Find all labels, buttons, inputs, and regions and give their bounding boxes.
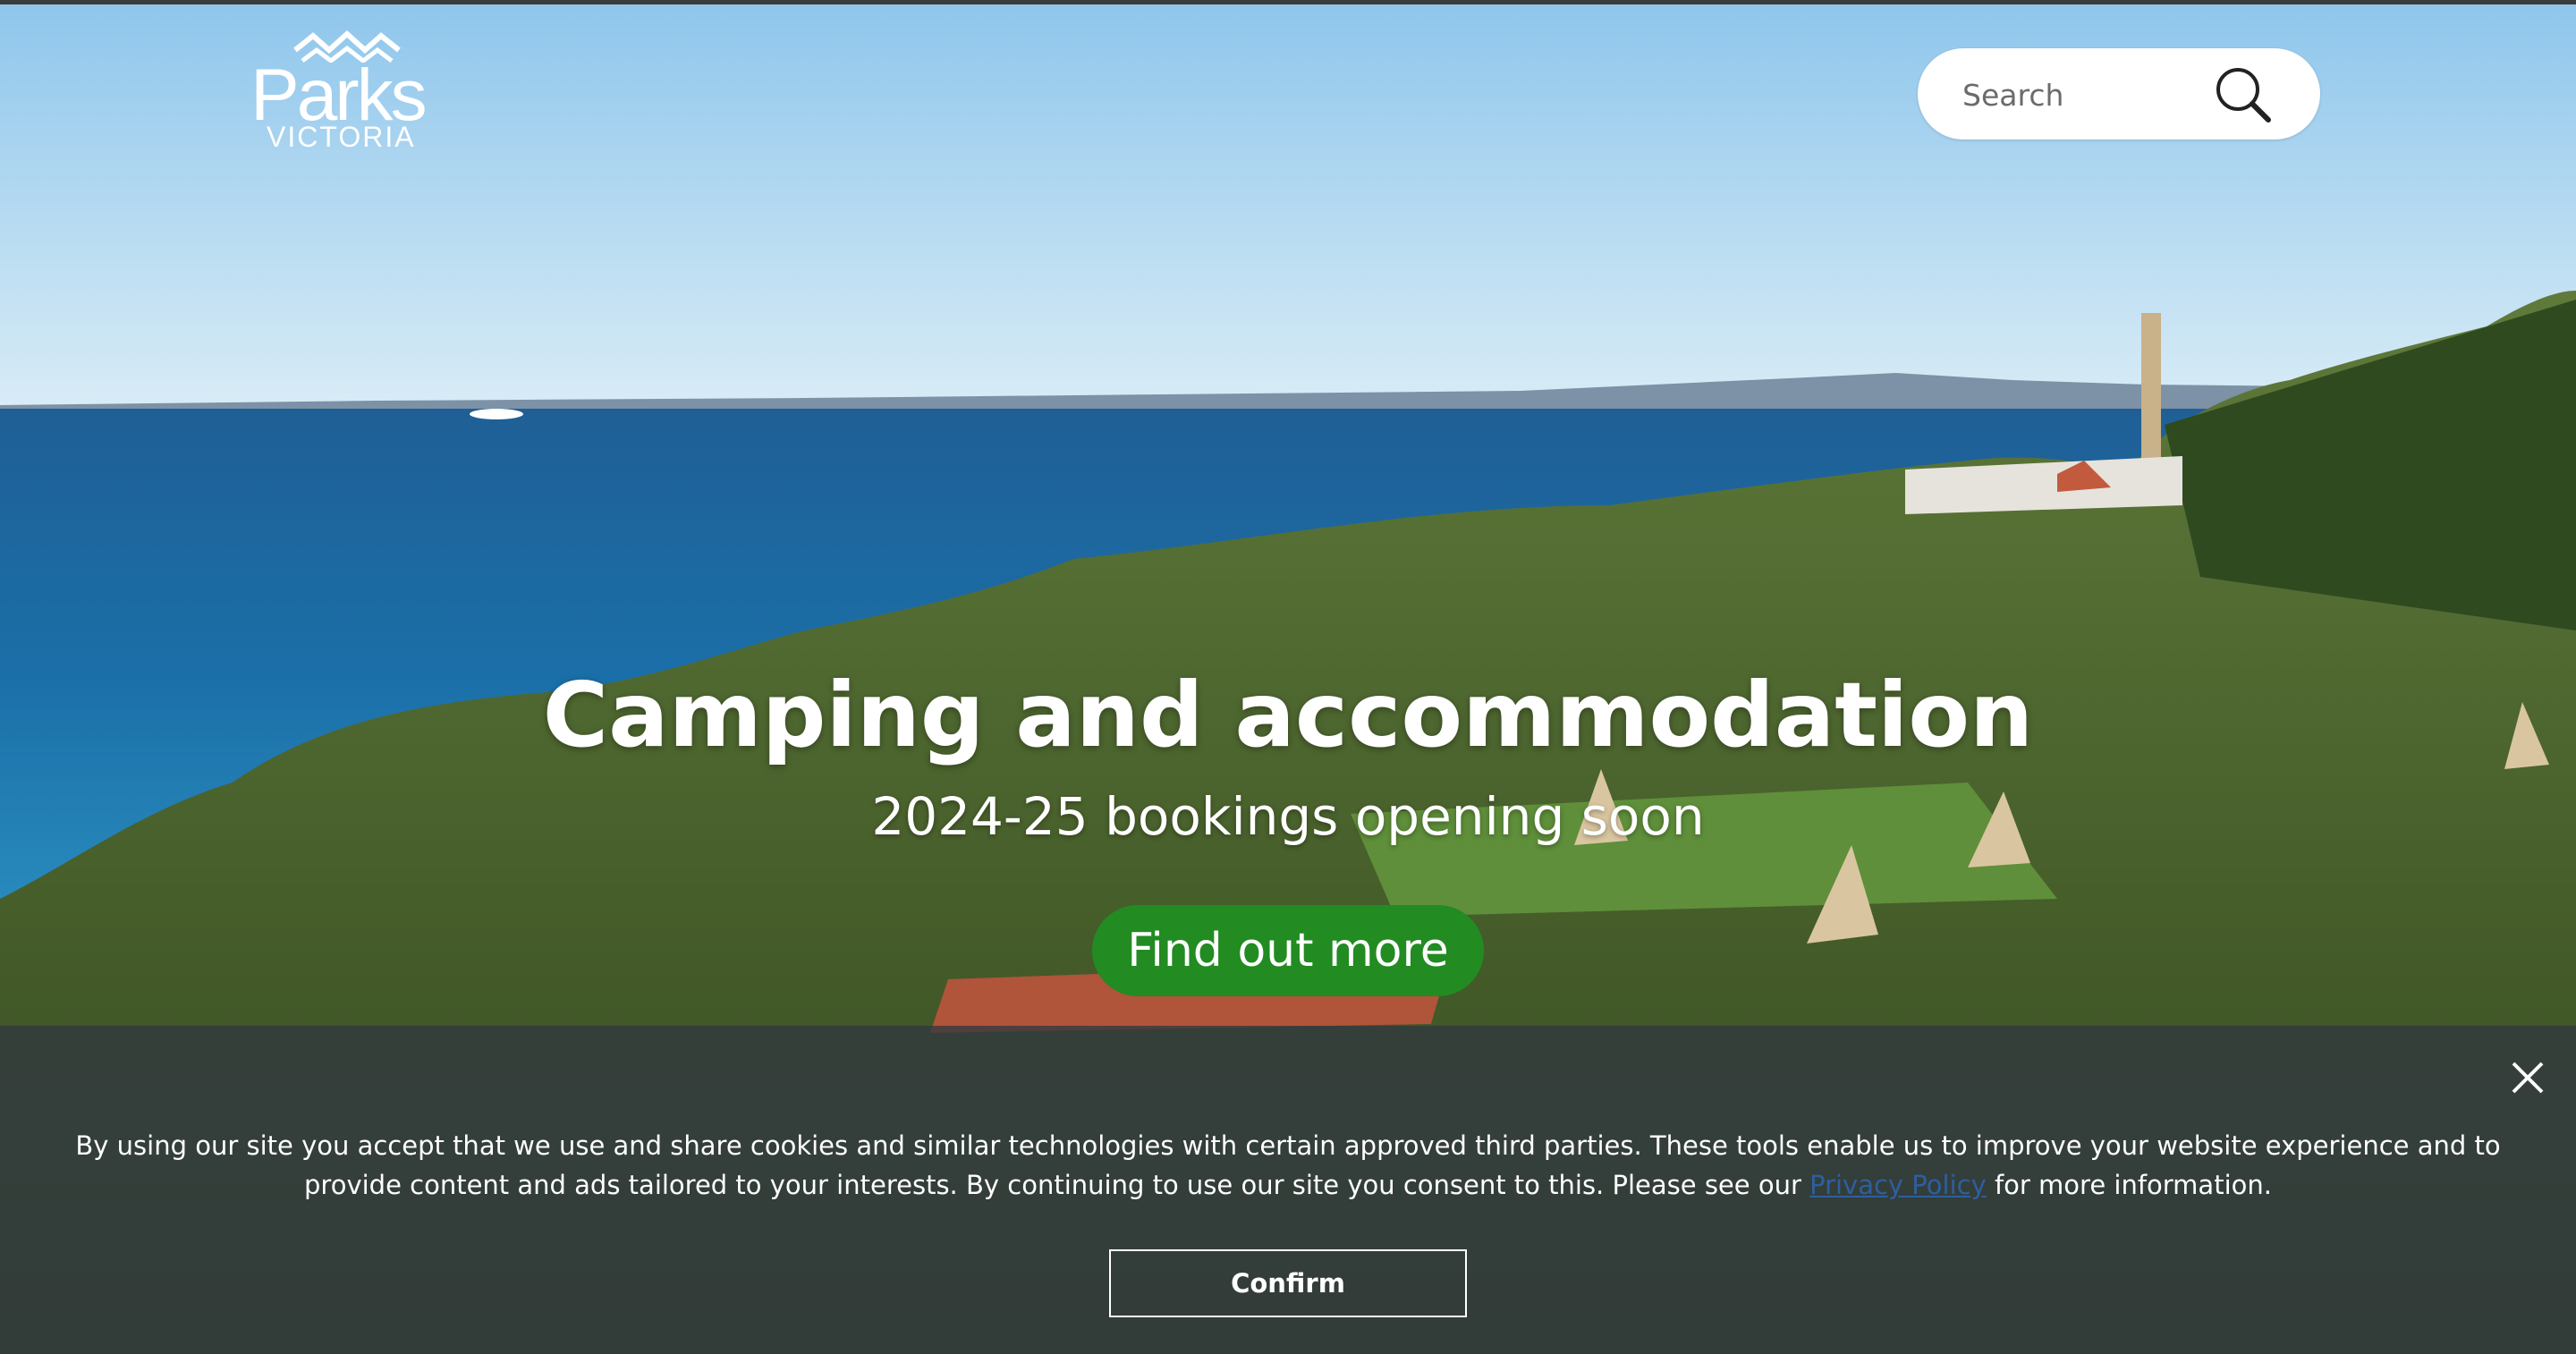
search-box[interactable] — [1918, 48, 2320, 140]
logo-subtitle: VICTORIA — [267, 121, 416, 153]
cookie-message: By using our site you accept that we use… — [36, 1126, 2540, 1205]
search-icon[interactable] — [2213, 64, 2274, 125]
confirm-button[interactable]: Confirm — [1109, 1249, 1467, 1317]
cookie-banner: By using our site you accept that we use… — [0, 1026, 2576, 1354]
parks-victoria-logo[interactable]: Parks VICTORIA — [250, 25, 438, 155]
privacy-policy-link[interactable]: Privacy Policy — [1809, 1170, 1987, 1200]
top-border — [0, 0, 2576, 4]
hero-subtitle: 2024-25 bookings opening soon — [871, 786, 1705, 847]
search-input[interactable] — [1961, 70, 2233, 120]
close-icon[interactable] — [2508, 1058, 2547, 1097]
hero-title: Camping and accommodation — [542, 663, 2034, 767]
find-out-more-button[interactable]: Find out more — [1092, 905, 1484, 996]
cookie-text-after: for more information. — [1986, 1170, 2272, 1200]
